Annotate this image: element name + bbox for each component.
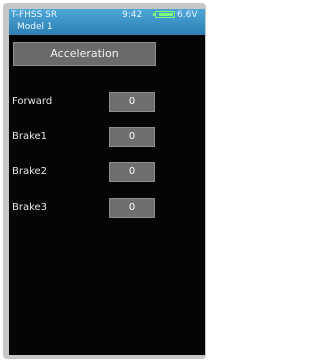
battery-icon — [153, 11, 175, 18]
device-frame: T-FHSS SR Model 1 9:42 6.6V Acceleration… — [3, 3, 206, 359]
brake2-label: Brake2 — [12, 166, 48, 177]
lcd-screen: T-FHSS SR Model 1 9:42 6.6V Acceleration… — [9, 9, 205, 355]
acceleration-title-button[interactable]: Acceleration — [13, 42, 156, 66]
battery-level-fill — [159, 13, 173, 16]
brake3-value-box[interactable]: 0 — [109, 198, 155, 218]
battery-voltage: 6.6V — [177, 10, 198, 20]
forward-value-box[interactable]: 0 — [109, 92, 155, 112]
status-bar: T-FHSS SR Model 1 9:42 6.6V — [9, 9, 205, 35]
brake1-label: Brake1 — [12, 131, 48, 142]
brake1-value-box[interactable]: 0 — [109, 127, 155, 147]
model-name: Model 1 — [17, 22, 53, 32]
forward-label: Forward — [12, 96, 53, 107]
brake3-label: Brake3 — [12, 202, 48, 213]
clock: 9:42 — [122, 10, 143, 20]
brake2-value-box[interactable]: 0 — [109, 162, 155, 182]
system-name: T-FHSS SR — [11, 10, 58, 20]
